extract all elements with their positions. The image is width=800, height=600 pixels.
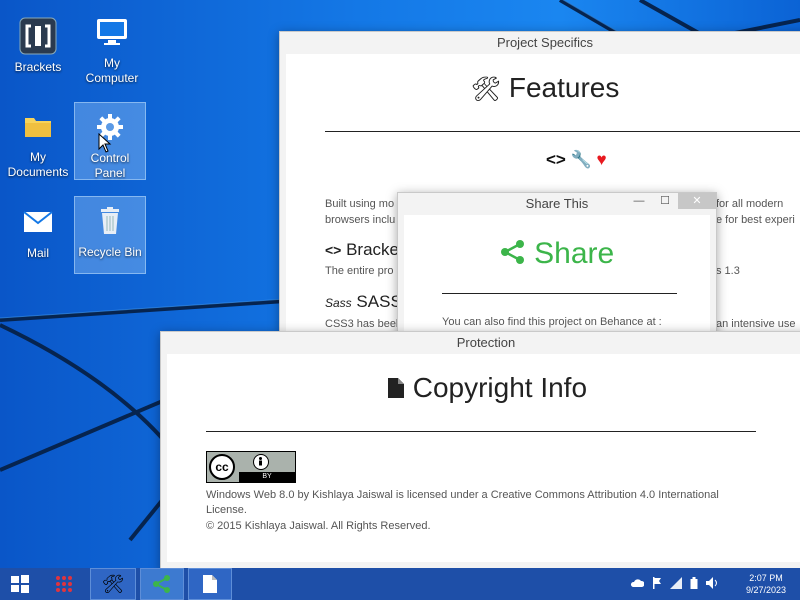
share-text: You can also find this project on Behanc… — [442, 316, 662, 328]
flag-icon[interactable] — [652, 577, 662, 589]
desktop-icon-label: Mail — [26, 246, 49, 260]
copyright-heading-row: Copyright Info — [167, 372, 800, 406]
desktop-icon-recycle-bin[interactable]: Recycle Bin — [74, 196, 146, 274]
folder-icon — [18, 106, 58, 146]
trash-icon — [90, 201, 130, 241]
desktop-icon-label: My Computer — [85, 56, 139, 85]
document-icon — [387, 374, 405, 406]
copyright-heading: Copyright Info — [412, 372, 588, 403]
divider — [442, 293, 677, 294]
wrench-icon: 🔧 — [570, 150, 592, 169]
code-icon: <> — [325, 242, 342, 258]
desktop-icon-my-computer[interactable]: My Computer — [76, 12, 148, 86]
apps-grid-button[interactable] — [44, 568, 84, 600]
window-controls: — ☐ ✕ — [626, 193, 716, 209]
taskbar-item-share[interactable] — [140, 568, 184, 600]
desktop-icon-label: Recycle Bin — [78, 245, 142, 259]
share-icon — [153, 575, 170, 593]
desktop: Brackets My Computer My Documents Contro… — [0, 0, 800, 568]
minimize-icon[interactable]: — — [626, 193, 652, 209]
close-icon[interactable]: ✕ — [678, 193, 716, 209]
maximize-icon[interactable]: ☐ — [652, 193, 678, 209]
share-icon — [500, 239, 526, 273]
share-heading-row: Share — [404, 237, 710, 273]
battery-icon[interactable] — [690, 577, 698, 589]
features-heading: Features — [508, 72, 620, 103]
desktop-icon-label: Brackets — [14, 60, 62, 74]
sass-icon: Sass — [325, 296, 352, 310]
volume-icon[interactable] — [706, 577, 718, 589]
code-icon: <> — [546, 150, 566, 169]
cc-icon: cc — [209, 454, 235, 480]
divider — [206, 431, 756, 432]
license-text-line1: Windows Web 8.0 by Kishlaya Jaiswal is l… — [206, 489, 719, 501]
mail-icon — [18, 202, 58, 242]
windows-logo-icon — [11, 575, 29, 593]
desktop-icon-brackets[interactable]: Brackets — [2, 16, 74, 75]
tools-icon: 🛠 — [470, 76, 502, 103]
heart-icon: ♥ — [596, 150, 607, 169]
features-heading-row: 🛠 Features — [286, 72, 800, 104]
share-this-window[interactable]: Share This — ☐ ✕ Share You can also find… — [397, 192, 717, 344]
taskbar-item-features[interactable]: 🛠 — [90, 568, 136, 600]
section-brackets-text-left: The entire pro — [325, 265, 394, 277]
apps-grid-icon — [56, 576, 72, 592]
desktop-icon-my-documents[interactable]: My Documents — [2, 106, 74, 180]
mouse-cursor-icon — [98, 133, 112, 153]
taskbar-item-copyright[interactable] — [188, 568, 232, 600]
taskbar: 🛠 2:07 PM 9/27/2023 — [0, 568, 800, 600]
section-sass-text-left: CSS3 has beel — [325, 318, 399, 330]
desktop-icon-mail[interactable]: Mail — [2, 202, 74, 261]
divider — [325, 131, 800, 132]
document-icon — [203, 575, 217, 593]
section-brackets-title-row: <> Bracke — [325, 240, 399, 260]
protection-window[interactable]: Protection Copyright Info cc BY Windows … — [160, 331, 800, 568]
window-title: Protection — [456, 335, 516, 350]
section-sass-text-right: an intensive use — [716, 318, 796, 330]
creative-commons-badge[interactable]: cc BY — [206, 451, 296, 483]
intro-text-line2-right: e for best experi — [716, 214, 795, 226]
tools-icon: 🛠 — [101, 573, 125, 594]
system-tray — [630, 577, 718, 589]
attribution-icon — [253, 454, 269, 470]
brackets-icon — [18, 16, 58, 56]
share-heading: Share — [534, 237, 615, 270]
clock[interactable]: 2:07 PM 9/27/2023 — [746, 572, 786, 596]
desktop-icon-label: My Documents — [7, 150, 69, 179]
section-brackets-text-right: s 1.3 — [716, 265, 740, 277]
clock-time: 2:07 PM — [749, 573, 783, 583]
license-text-line2: License. — [206, 504, 247, 516]
cloud-icon[interactable] — [630, 578, 644, 588]
intro-text-line1-left: Built using mo — [325, 198, 395, 210]
monitor-icon — [92, 12, 132, 52]
intro-text-line1-right: for all modern — [716, 198, 784, 210]
badge-label: BY — [239, 472, 295, 482]
clock-date: 9/27/2023 — [745, 585, 786, 595]
tech-icons-row: <> 🔧 ♥ — [546, 150, 607, 170]
start-button[interactable] — [0, 568, 40, 600]
copyright-text: © 2015 Kishlaya Jaiswal. All Rights Rese… — [206, 520, 431, 532]
intro-text-line2-left: browsers inclu — [325, 214, 396, 226]
window-title: Project Specifics — [496, 35, 594, 50]
desktop-icon-label: Control Panel — [90, 151, 130, 180]
signal-icon[interactable] — [670, 577, 682, 589]
section-brackets-title: Bracke — [346, 240, 400, 259]
